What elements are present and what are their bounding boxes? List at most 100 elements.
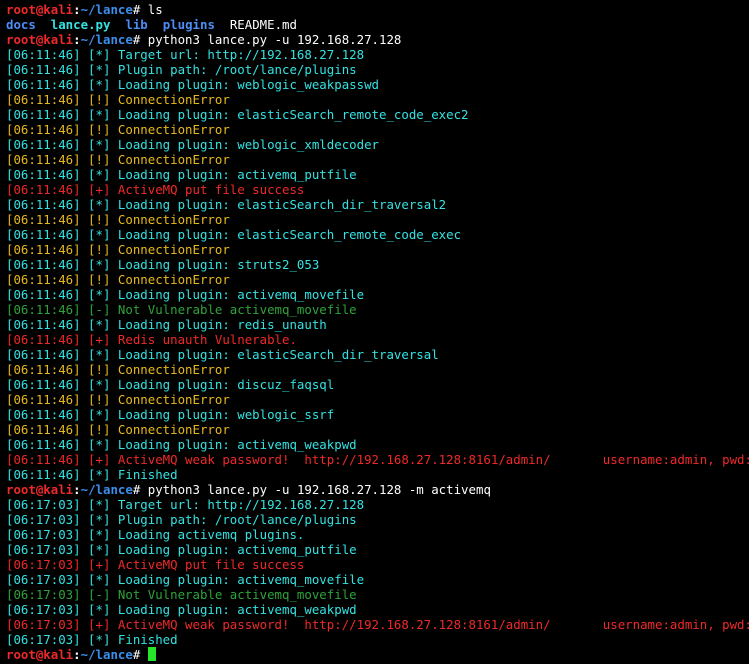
- terminal-text: ~/lance: [80, 647, 133, 662]
- terminal-line: [06:17:03] [*] Loading plugin: activemq_…: [6, 542, 749, 557]
- terminal-text: root@kali: [6, 32, 74, 47]
- terminal-text: root@kali: [6, 482, 74, 497]
- terminal-text: # ls: [132, 2, 163, 17]
- terminal-text: [06:11:46] [*] Finished: [6, 467, 178, 482]
- terminal-text: root@kali: [6, 2, 74, 17]
- terminal-text: :: [73, 32, 81, 47]
- terminal-text: [06:17:03] [+] ActiveMQ weak password! h…: [6, 617, 749, 632]
- terminal-line: [06:11:46] [+] Redis unauth Vulnerable.: [6, 332, 749, 347]
- terminal-line: [06:17:03] [+] ActiveMQ put file success: [6, 557, 749, 572]
- terminal-line: [06:17:03] [*] Plugin path: /root/lance/…: [6, 512, 749, 527]
- terminal-text: [06:17:03] [*] Target url: http://192.16…: [6, 497, 365, 512]
- terminal-text: README.md: [214, 17, 297, 32]
- terminal-text: [06:11:46] [*] Loading plugin: elasticSe…: [6, 197, 447, 212]
- terminal-text: [06:11:46] [!] ConnectionError: [6, 362, 230, 377]
- terminal-text: :: [73, 647, 81, 662]
- terminal-line: root@kali:~/lance# ls: [6, 2, 749, 17]
- terminal-text: [06:17:03] [*] Plugin path: /root/lance/…: [6, 512, 357, 527]
- terminal-line: [06:11:46] [!] ConnectionError: [6, 122, 749, 137]
- terminal-text: [06:11:46] [*] Plugin path: /root/lance/…: [6, 62, 357, 77]
- terminal-line: [06:11:46] [+] ActiveMQ weak password! h…: [6, 452, 749, 467]
- terminal-text: [06:17:03] [*] Loading plugin: activemq_…: [6, 602, 357, 617]
- terminal-text: [06:11:46] [*] Loading plugin: redis_una…: [6, 317, 327, 332]
- terminal-text: [06:11:46] [+] ActiveMQ put file success: [6, 182, 305, 197]
- terminal-text: [06:11:46] [*] Loading plugin: weblogic_…: [6, 407, 335, 422]
- terminal-text: [06:11:46] [*] Loading plugin: weblogic_…: [6, 77, 379, 92]
- terminal-line: [06:11:46] [!] ConnectionError: [6, 242, 749, 257]
- terminal-line: [06:11:46] [*] Loading plugin: activemq_…: [6, 167, 749, 182]
- terminal-line: [06:11:46] [*] Loading plugin: weblogic_…: [6, 407, 749, 422]
- terminal-line: [06:17:03] [*] Target url: http://192.16…: [6, 497, 749, 512]
- terminal-line: [06:11:46] [!] ConnectionError: [6, 212, 749, 227]
- terminal-text: [06:11:46] [-] Not Vulnerable activemq_m…: [6, 302, 357, 317]
- terminal-line: [06:17:03] [-] Not Vulnerable activemq_m…: [6, 587, 749, 602]
- terminal-text: [06:11:46] [!] ConnectionError: [6, 392, 230, 407]
- terminal-text: [06:11:46] [!] ConnectionError: [6, 152, 230, 167]
- terminal-text: plugins: [162, 17, 215, 32]
- terminal-window[interactable]: root@kali:~/lance# ls docs lance.py lib p…: [0, 0, 749, 664]
- terminal-text: ~/lance: [80, 2, 133, 17]
- terminal-line: [06:11:46] [*] Loading plugin: redis_una…: [6, 317, 749, 332]
- terminal-text: [06:11:46] [*] Loading plugin: elasticSe…: [6, 107, 469, 122]
- terminal-line: [06:11:46] [*] Loading plugin: activemq_…: [6, 287, 749, 302]
- terminal-text: [06:11:46] [*] Loading plugin: elasticSe…: [6, 227, 462, 242]
- terminal-line: [06:11:46] [*] Loading plugin: struts2_0…: [6, 257, 749, 272]
- terminal-line: [06:17:03] [+] ActiveMQ weak password! h…: [6, 617, 749, 632]
- terminal-line: [06:11:46] [*] Loading plugin: activemq_…: [6, 437, 749, 452]
- terminal-text: [06:17:03] [*] Finished: [6, 632, 178, 647]
- terminal-text: [06:11:46] [!] ConnectionError: [6, 272, 230, 287]
- terminal-line: [06:11:46] [+] ActiveMQ put file success: [6, 182, 749, 197]
- terminal-line: [06:17:03] [*] Loading plugin: activemq_…: [6, 602, 749, 617]
- terminal-text: [06:11:46] [!] ConnectionError: [6, 122, 230, 137]
- terminal-text: [06:17:03] [+] ActiveMQ put file success: [6, 557, 305, 572]
- terminal-text: [06:11:46] [!] ConnectionError: [6, 422, 230, 437]
- terminal-text: [06:11:46] [*] Loading plugin: struts2_0…: [6, 257, 320, 272]
- terminal-line: [06:11:46] [-] Not Vulnerable activemq_m…: [6, 302, 749, 317]
- terminal-line: [06:11:46] [*] Loading plugin: weblogic_…: [6, 137, 749, 152]
- terminal-text: [06:11:46] [*] Loading plugin: activemq_…: [6, 437, 357, 452]
- terminal-line: [06:11:46] [!] ConnectionError: [6, 392, 749, 407]
- terminal-text: :: [73, 482, 81, 497]
- terminal-text: [06:11:46] [*] Loading plugin: elasticSe…: [6, 347, 439, 362]
- terminal-text: [06:17:03] [-] Not Vulnerable activemq_m…: [6, 587, 357, 602]
- terminal-line: root@kali:~/lance#: [6, 647, 749, 662]
- terminal-line: [06:17:03] [*] Loading activemq plugins.: [6, 527, 749, 542]
- terminal-text: # python3 lance.py -u 192.168.27.128: [132, 32, 402, 47]
- terminal-text: [06:17:03] [*] Loading activemq plugins.: [6, 527, 305, 542]
- terminal-text: [06:11:46] [*] Loading plugin: weblogic_…: [6, 137, 379, 152]
- terminal-text: docs: [6, 17, 36, 32]
- terminal-text: [06:17:03] [*] Loading plugin: activemq_…: [6, 542, 357, 557]
- terminal-line: [06:11:46] [!] ConnectionError: [6, 422, 749, 437]
- terminal-line: [06:11:46] [*] Loading plugin: discuz_fa…: [6, 377, 749, 392]
- terminal-text: [06:11:46] [+] Redis unauth Vulnerable.: [6, 332, 297, 347]
- terminal-text: ~/lance: [80, 32, 133, 47]
- terminal-line: [06:17:03] [*] Finished: [6, 632, 749, 647]
- cursor-block[interactable]: [147, 647, 156, 661]
- terminal-line: [06:11:46] [!] ConnectionError: [6, 92, 749, 107]
- terminal-text: :: [73, 2, 81, 17]
- terminal-line: [06:11:46] [*] Loading plugin: elasticSe…: [6, 347, 749, 362]
- terminal-line: [06:11:46] [*] Plugin path: /root/lance/…: [6, 62, 749, 77]
- terminal-text: [06:11:46] [!] ConnectionError: [6, 242, 230, 257]
- terminal-text: [06:11:46] [!] ConnectionError: [6, 212, 230, 227]
- terminal-text: [06:17:03] [*] Loading plugin: activemq_…: [6, 572, 365, 587]
- terminal-text: lance.py: [50, 17, 111, 32]
- terminal-text: ~/lance: [80, 482, 133, 497]
- terminal-line: [06:11:46] [*] Loading plugin: weblogic_…: [6, 77, 749, 92]
- terminal-line: [06:11:46] [*] Loading plugin: elasticSe…: [6, 227, 749, 242]
- terminal-text: [06:11:46] [!] ConnectionError: [6, 92, 230, 107]
- terminal-text: [06:11:46] [*] Loading plugin: activemq_…: [6, 287, 365, 302]
- terminal-line: [06:11:46] [!] ConnectionError: [6, 272, 749, 287]
- terminal-text: lib: [125, 17, 148, 32]
- terminal-line: [06:17:03] [*] Loading plugin: activemq_…: [6, 572, 749, 587]
- terminal-line: [06:11:46] [*] Finished: [6, 467, 749, 482]
- terminal-text: [06:11:46] [*] Loading plugin: activemq_…: [6, 167, 357, 182]
- terminal-line: root@kali:~/lance# python3 lance.py -u 1…: [6, 482, 749, 497]
- terminal-text: root@kali: [6, 647, 74, 662]
- terminal-text: # python3 lance.py -u 192.168.27.128 -m …: [132, 482, 491, 497]
- terminal-line: root@kali:~/lance# python3 lance.py -u 1…: [6, 32, 749, 47]
- terminal-line: docs lance.py lib plugins README.md: [6, 17, 749, 32]
